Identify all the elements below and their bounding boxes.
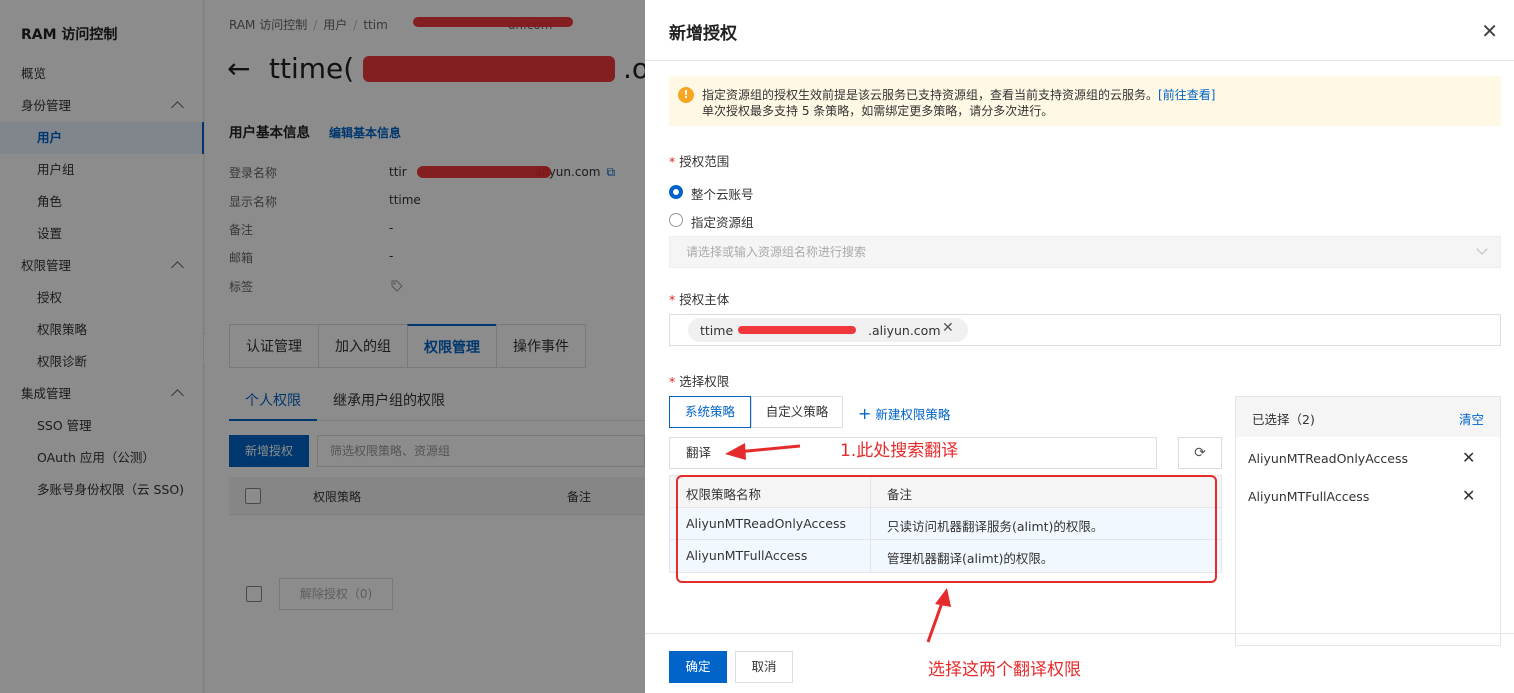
close-icon[interactable]: ✕: [1481, 19, 1498, 43]
principal-chip: ttime .aliyun.com ✕: [688, 318, 968, 342]
selected-panel: 已选择（2) 清空 AliyunMTReadOnlyAccess ✕ Aliyu…: [1235, 396, 1501, 646]
notice-banner: ! 指定资源组的授权生效前提是该云服务已支持资源组，查看当前支持资源组的云服务。…: [669, 76, 1501, 126]
required-mark: *: [669, 154, 676, 169]
radio-label-resource-group[interactable]: 指定资源组: [691, 212, 754, 231]
radio-resource-group[interactable]: [669, 213, 683, 227]
remove-icon[interactable]: ✕: [1462, 448, 1475, 467]
divider: [645, 60, 1514, 61]
annotation-select-note: 选择这两个翻译权限: [928, 660, 1081, 680]
chip-prefix: ttime: [700, 323, 734, 338]
modal-overlay[interactable]: [0, 0, 645, 693]
principal-label: * 授权主体: [669, 289, 729, 308]
resource-group-placeholder: 请选择或输入资源组名称进行搜索: [686, 245, 867, 259]
chip-suffix: .aliyun.com: [868, 323, 941, 338]
clear-link[interactable]: 清空: [1459, 409, 1484, 428]
scope-label-text: 授权范围: [679, 154, 730, 169]
chip-close-icon[interactable]: ✕: [942, 320, 954, 336]
new-policy-label: 新建权限策略: [875, 407, 951, 422]
scope-label: * 授权范围: [669, 151, 729, 170]
drawer-title: 新增授权: [669, 24, 737, 44]
permission-label: * 选择权限: [669, 371, 729, 390]
tab-custom-policy[interactable]: 自定义策略: [751, 396, 843, 428]
tab-system-policy[interactable]: 系统策略: [669, 396, 751, 428]
selected-item: AliyunMTReadOnlyAccess: [1248, 451, 1408, 466]
footer-divider: [645, 633, 1514, 634]
notice-text: 指定资源组的授权生效前提是该云服务已支持资源组，查看当前支持资源组的云服务。: [702, 88, 1159, 102]
required-mark: *: [669, 292, 676, 307]
principal-input[interactable]: ttime .aliyun.com ✕: [669, 314, 1501, 346]
required-mark: *: [669, 374, 676, 389]
radio-whole-account[interactable]: [669, 185, 683, 199]
selected-panel-header: 已选择（2) 清空: [1236, 397, 1500, 437]
add-authorization-drawer: 新增授权 ✕ ! 指定资源组的授权生效前提是该云服务已支持资源组，查看当前支持资…: [645, 0, 1514, 693]
selected-count: 已选择（2): [1252, 412, 1315, 427]
annotation-search-note: 1.此处搜索翻译: [840, 441, 959, 461]
remove-icon[interactable]: ✕: [1462, 486, 1475, 505]
resource-group-select[interactable]: 请选择或输入资源组名称进行搜索: [669, 236, 1501, 268]
refresh-icon[interactable]: ⟳: [1178, 437, 1222, 469]
cancel-button[interactable]: 取消: [735, 651, 793, 683]
warning-icon: !: [678, 87, 694, 103]
selected-item: AliyunMTFullAccess: [1248, 489, 1370, 504]
plus-icon: +: [858, 404, 872, 423]
confirm-button[interactable]: 确定: [669, 651, 727, 683]
annotation-highlight-box: [676, 475, 1217, 583]
principal-label-text: 授权主体: [679, 292, 730, 307]
notice-line1: 指定资源组的授权生效前提是该云服务已支持资源组，查看当前支持资源组的云服务。[前…: [702, 86, 1215, 103]
chevron-down-icon: [1476, 243, 1488, 255]
redaction-mark: [738, 326, 856, 334]
arrow-line: [926, 599, 945, 643]
notice-line2: 单次授权最多支持 5 条策略，如需绑定更多策略，请分多次进行。: [702, 104, 1054, 118]
radio-label-whole-account[interactable]: 整个云账号: [691, 184, 754, 203]
notice-link[interactable]: [前往查看]: [1158, 88, 1215, 102]
arrow-head: [935, 588, 951, 607]
permission-label-text: 选择权限: [679, 374, 730, 389]
new-policy-link[interactable]: + 新建权限策略: [858, 404, 950, 423]
